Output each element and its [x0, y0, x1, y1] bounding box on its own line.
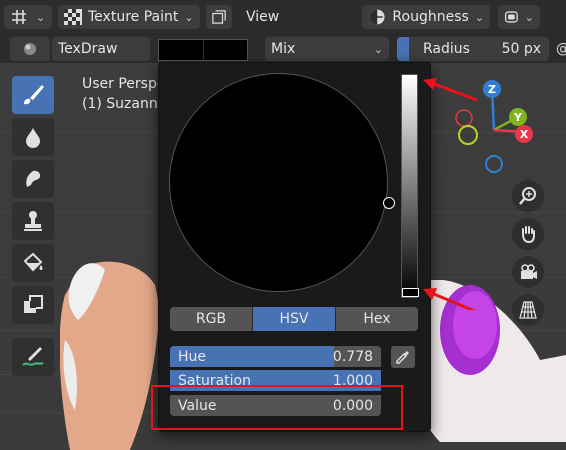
radius-label: Radius — [423, 41, 470, 57]
camera-view-button[interactable] — [512, 256, 544, 288]
radius-field[interactable]: Radius 50 px — [397, 37, 549, 61]
object-name-text: (1) Suzanne — [82, 96, 167, 112]
radius-fill — [397, 37, 409, 61]
hue-field[interactable]: Hue 0.778 — [170, 346, 381, 367]
mask-icon — [24, 295, 43, 313]
perspective-toggle-button[interactable] — [512, 294, 544, 326]
chevron-down-icon: ⌄ — [373, 42, 383, 56]
tool-clone[interactable] — [12, 202, 54, 240]
color-wheel-cursor[interactable] — [383, 197, 395, 209]
view-name-text: User Perspe — [82, 76, 166, 92]
annotation-highlight-box — [151, 385, 403, 430]
smear-icon — [26, 170, 41, 187]
tool-mask[interactable] — [12, 286, 54, 324]
eyedropper-button[interactable] — [391, 346, 415, 368]
color-picker-popup: RGB HSV Hex Hue 0.778 Saturation 1.000 V… — [158, 62, 431, 432]
brush-icon — [24, 85, 44, 105]
gizmo-x-label: X — [519, 127, 529, 141]
mode-dropdown[interactable]: Texture Paint ⌄ — [58, 5, 200, 29]
editor-type-button[interactable]: ⌄ — [4, 5, 52, 29]
viewport-shading-button[interactable]: ⌄ — [498, 5, 540, 29]
view-menu-label: View — [246, 9, 280, 25]
hand-icon — [522, 226, 535, 244]
tool-annotate[interactable] — [12, 338, 54, 376]
camera-icon — [521, 264, 537, 279]
annotation-arrows — [423, 78, 478, 310]
chevron-down-icon: ⌄ — [474, 10, 484, 24]
gizmo-y-label: Y — [514, 110, 522, 124]
color-swatch[interactable] — [158, 39, 248, 61]
tool-soften[interactable] — [12, 118, 54, 156]
hsv-color-wheel[interactable] — [169, 73, 388, 292]
annotate-icon — [22, 347, 44, 366]
gizmo-z-label: Z — [488, 82, 496, 96]
tab-rgb-label: RGB — [195, 311, 227, 327]
object-box-icon — [212, 10, 226, 24]
eyedropper-icon — [396, 351, 409, 364]
material-sphere-icon — [369, 9, 385, 25]
brush-sphere-icon — [24, 43, 36, 55]
tool-shelf — [8, 72, 58, 392]
hue-label: Hue — [178, 348, 207, 365]
zoom-button[interactable] — [512, 180, 544, 212]
tool-fill[interactable] — [12, 244, 54, 282]
gizmo-y-axis[interactable]: Y — [509, 108, 527, 126]
arrow-head-icon — [423, 78, 437, 90]
view-menu[interactable]: View — [240, 5, 285, 29]
tab-hex-label: Hex — [363, 311, 391, 327]
checkerboard-icon — [64, 9, 82, 25]
shading-label: Roughness — [392, 9, 469, 25]
tool-draw[interactable] — [12, 76, 54, 114]
viewport-header: ⌄ Texture Paint ⌄ View Roughness ⌄ ⌄ — [0, 0, 566, 34]
fill-bucket-icon — [23, 252, 43, 272]
color-mode-tabs: RGB HSV Hex — [170, 307, 418, 331]
gizmo-z-axis[interactable]: Z — [483, 80, 501, 98]
mode-label: Texture Paint — [88, 9, 179, 25]
grid-perspective-icon — [519, 301, 537, 319]
hue-value: 0.778 — [332, 348, 373, 365]
radius-value: 50 px — [501, 41, 541, 57]
gizmo-x-axis[interactable]: X — [515, 125, 533, 143]
tab-rgb[interactable]: RGB — [170, 307, 253, 331]
chevron-down-icon: ⌄ — [524, 10, 534, 24]
blend-mode-label: Mix — [271, 41, 296, 57]
clone-stamp-icon — [24, 211, 42, 231]
brush-name-field[interactable]: TexDraw — [52, 37, 150, 61]
shading-dropdown[interactable]: Roughness ⌄ — [362, 5, 490, 29]
brush-name-label: TexDraw — [58, 41, 118, 57]
tab-hsv[interactable]: HSV — [253, 307, 336, 331]
blend-mode-dropdown[interactable]: Mix ⌄ — [265, 37, 389, 61]
shading-solid-icon — [504, 11, 518, 23]
pan-button[interactable] — [512, 218, 544, 250]
toggle-xray-button[interactable] — [206, 5, 232, 29]
tool-smear[interactable] — [12, 160, 54, 198]
overflow-icon[interactable]: @ — [556, 41, 566, 57]
chevron-down-icon: ⌄ — [184, 10, 194, 24]
zoom-icon — [519, 187, 536, 205]
tab-hex[interactable]: Hex — [336, 307, 418, 331]
tab-hsv-label: HSV — [279, 311, 309, 327]
tool-settings-bar: TexDraw Mix ⌄ Radius 50 px @ — [0, 34, 566, 63]
grid-editor-icon — [12, 10, 26, 24]
chevron-down-icon: ⌄ — [36, 10, 46, 24]
brush-preview-button[interactable] — [10, 37, 50, 61]
soften-icon — [26, 128, 40, 148]
